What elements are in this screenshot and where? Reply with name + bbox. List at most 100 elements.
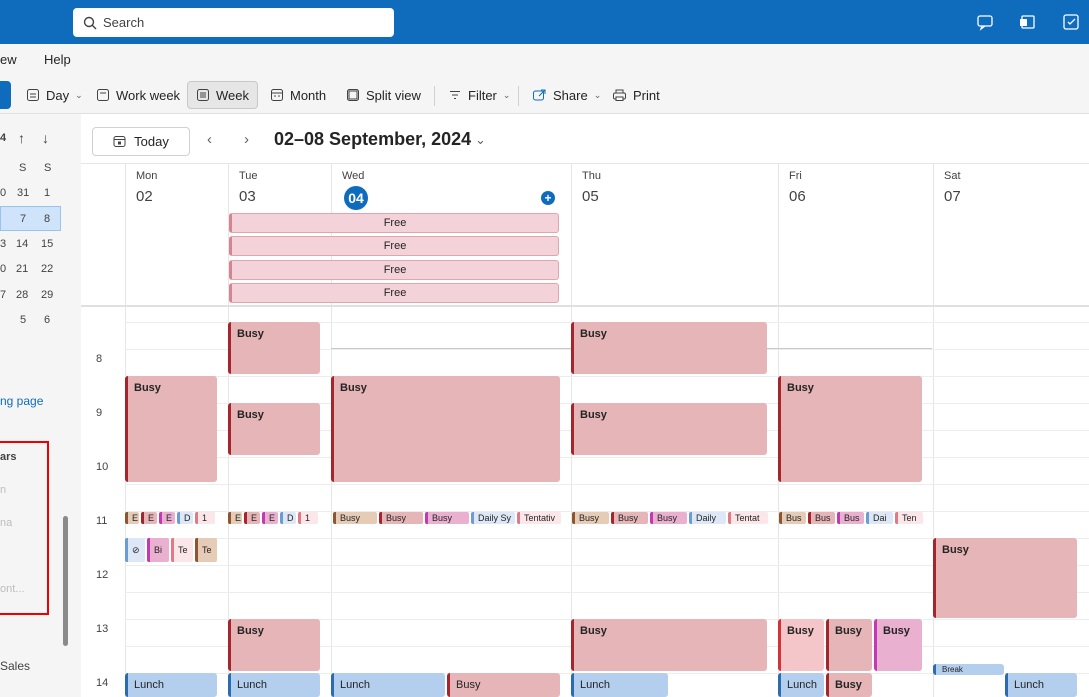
event-break[interactable]: Break <box>933 664 1004 675</box>
today-button[interactable]: Today <box>92 127 190 156</box>
event-busy[interactable]: Busy <box>331 376 560 482</box>
day-header-mon[interactable]: Mon 02 <box>125 164 228 306</box>
minical-day[interactable]: 14 <box>16 238 28 250</box>
event-busy[interactable]: Busy <box>571 403 767 455</box>
event-chip[interactable]: E <box>244 512 260 524</box>
event-busy[interactable]: Busy <box>826 619 872 671</box>
day-header-sat[interactable]: Sat 07 <box>933 164 1089 306</box>
minical-day[interactable]: 29 <box>41 289 53 301</box>
minical-day[interactable]: 1 <box>44 187 50 199</box>
event-busy[interactable]: Busy <box>125 376 217 482</box>
event-busy[interactable]: Busy <box>571 619 767 671</box>
event-chip[interactable]: Tentativ <box>517 512 561 524</box>
event-chip[interactable]: E <box>141 512 157 524</box>
event-busy[interactable]: Busy <box>228 403 320 455</box>
day-view-button[interactable]: Day ⌄ <box>18 81 91 109</box>
minical-day[interactable]: 0 <box>0 187 6 199</box>
allday-event-free[interactable]: Free <box>229 213 559 233</box>
event-chip[interactable]: Busy <box>333 512 377 524</box>
event-busy[interactable]: Busy <box>826 673 872 697</box>
minical-day[interactable]: 15 <box>41 238 53 250</box>
minical-day[interactable]: 6 <box>44 314 50 326</box>
event-chip[interactable]: Bus <box>837 512 864 524</box>
event-chip[interactable]: Busy <box>425 512 469 524</box>
chevron-right-icon[interactable]: › <box>244 131 249 148</box>
minical-day[interactable]: 7 <box>0 289 6 301</box>
minical-day[interactable]: 7 <box>20 213 26 225</box>
day-header-fri[interactable]: Fri 06 <box>778 164 933 306</box>
event-chip[interactable]: E <box>228 512 242 524</box>
event-lunch[interactable]: Lunch <box>1005 673 1077 697</box>
week-button[interactable]: Week <box>187 81 258 109</box>
minical-day[interactable]: 31 <box>17 187 29 199</box>
event-lunch[interactable]: Lunch <box>125 673 217 697</box>
event-chip[interactable]: Busy <box>650 512 687 524</box>
chevron-left-icon[interactable]: ‹ <box>207 131 212 148</box>
event-chip[interactable]: Ten <box>895 512 923 524</box>
event-chip[interactable]: D <box>177 512 193 524</box>
event-chip[interactable]: Bus <box>779 512 806 524</box>
add-event-icon[interactable]: + <box>541 191 555 205</box>
event-busy[interactable]: Busy <box>874 619 922 671</box>
allday-event-free[interactable]: Free <box>229 236 559 256</box>
event-lunch[interactable]: Lunch <box>228 673 320 697</box>
blocked-event-icon[interactable]: ⊘ <box>125 538 145 562</box>
day-header-thu[interactable]: Thu 05 <box>571 164 778 306</box>
split-view-button[interactable]: Split view <box>338 81 429 109</box>
note-icon[interactable] <box>1061 12 1081 32</box>
event-chip[interactable]: 1 <box>298 512 318 524</box>
event-busy[interactable]: Busy <box>228 619 320 671</box>
event-busy[interactable]: Busy <box>447 673 560 697</box>
event-chip[interactable]: Daily Sy <box>471 512 515 524</box>
event-lunch[interactable]: Lunch <box>778 673 824 697</box>
event-lunch[interactable]: Lunch <box>331 673 445 697</box>
minical-day[interactable]: 28 <box>16 289 28 301</box>
outlook-icon[interactable] <box>1018 12 1038 32</box>
minical-day[interactable]: 5 <box>20 314 26 326</box>
minical-day[interactable]: 8 <box>44 213 50 225</box>
date-range-title[interactable]: 02–08 September, 2024 <box>274 129 471 150</box>
menu-view[interactable]: ew <box>0 52 17 67</box>
minical-day[interactable]: 21 <box>16 263 28 275</box>
event-chip[interactable]: Te <box>195 538 217 562</box>
arrow-up-icon[interactable]: ↑ <box>18 130 25 146</box>
event-chip[interactable]: Busy <box>379 512 423 524</box>
left-pane-scrollbar[interactable] <box>63 516 68 646</box>
event-chip[interactable]: Tentat <box>728 512 768 524</box>
event-chip[interactable]: E <box>125 512 139 524</box>
month-button[interactable]: Month <box>262 81 334 109</box>
event-chip[interactable]: E <box>262 512 278 524</box>
minical-day[interactable]: 22 <box>41 263 53 275</box>
chat-icon[interactable] <box>975 12 995 32</box>
print-button[interactable]: Print <box>604 81 668 109</box>
event-chip[interactable]: Te <box>171 538 193 562</box>
chevron-down-icon[interactable]: ⌄ <box>475 132 486 148</box>
event-chip[interactable]: Busy <box>572 512 609 524</box>
new-event-button[interactable] <box>0 81 11 109</box>
search-input[interactable]: Search <box>73 8 394 37</box>
event-busy[interactable]: Busy <box>778 376 922 482</box>
event-chip[interactable]: D <box>280 512 296 524</box>
event-lunch[interactable]: Lunch <box>571 673 668 697</box>
event-chip[interactable]: Bi <box>147 538 169 562</box>
event-busy[interactable]: Busy <box>778 619 824 671</box>
share-button[interactable]: Share ⌄ <box>524 81 609 109</box>
event-busy[interactable]: Busy <box>933 538 1077 618</box>
minical-day[interactable]: 0 <box>0 263 6 275</box>
work-week-button[interactable]: Work week <box>88 81 188 109</box>
event-busy[interactable]: Busy <box>571 322 767 374</box>
event-chip[interactable]: Bus <box>808 512 835 524</box>
event-chip[interactable]: Daily <box>689 512 726 524</box>
sales-group[interactable]: Sales <box>0 659 30 673</box>
event-chip[interactable]: E <box>159 512 175 524</box>
event-busy[interactable]: Busy <box>228 322 320 374</box>
minical-day[interactable]: 3 <box>0 238 6 250</box>
allday-event-free[interactable]: Free <box>229 260 559 280</box>
arrow-down-icon[interactable]: ↓ <box>42 130 49 146</box>
event-chip[interactable]: Busy <box>611 512 648 524</box>
event-chip[interactable]: 1 <box>195 512 215 524</box>
booking-page-link[interactable]: ng page <box>0 394 43 408</box>
filter-button[interactable]: Filter ⌄ <box>440 81 518 109</box>
allday-event-free[interactable]: Free <box>229 283 559 303</box>
event-chip[interactable]: Dai <box>866 512 893 524</box>
